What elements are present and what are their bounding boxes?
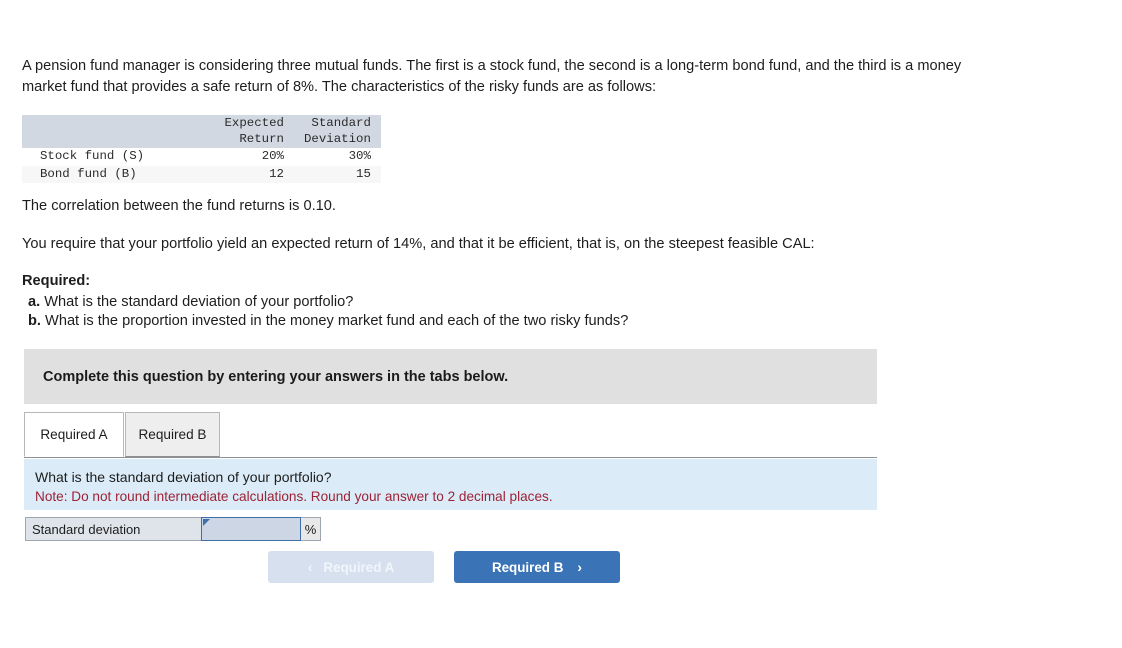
table-header: Expected Return Standard Deviation: [22, 115, 381, 148]
prev-required-a-button[interactable]: ‹ Required A: [268, 551, 434, 583]
required-item-b-marker: b.: [28, 313, 41, 329]
tab-strip: Required A Required B: [24, 412, 877, 458]
correlation-statement: The correlation between the fund returns…: [22, 198, 336, 214]
standard-deviation-input[interactable]: [202, 518, 300, 540]
required-item-a: a. What is the standard deviation of you…: [22, 293, 628, 313]
navigation-buttons: ‹ Required A Required B ›: [268, 551, 620, 583]
requirement-statement: You require that your portfolio yield an…: [22, 236, 815, 252]
table-header-expected-return: Expected Return: [210, 115, 294, 148]
table-cell-fund-name: Stock fund (S): [22, 148, 210, 166]
tab-strip-underline: [24, 457, 877, 458]
fund-characteristics-table: Expected Return Standard Deviation Stock…: [22, 115, 381, 183]
question-page: A pension fund manager is considering th…: [0, 0, 1122, 648]
standard-deviation-input-cell[interactable]: [201, 517, 301, 541]
instruction-banner-text: Complete this question by entering your …: [43, 368, 509, 385]
panel-question-text: What is the standard deviation of your p…: [35, 469, 332, 485]
question-intro-text: A pension fund manager is considering th…: [22, 58, 962, 95]
required-section: Required: a. What is the standard deviat…: [22, 272, 628, 332]
next-required-b-button[interactable]: Required B ›: [454, 551, 620, 583]
answer-row: Standard deviation %: [25, 517, 321, 541]
answer-unit-percent: %: [301, 517, 321, 541]
table-row: Bond fund (B) 12 15: [22, 165, 381, 183]
tab-required-b[interactable]: Required B: [125, 412, 220, 457]
required-item-a-text: What is the standard deviation of your p…: [44, 293, 354, 310]
tab-required-a[interactable]: Required A: [24, 412, 124, 457]
next-required-b-label: Required B: [491, 559, 564, 575]
table-header-standard-deviation: Standard Deviation: [294, 115, 381, 148]
question-panel: What is the standard deviation of your p…: [24, 459, 877, 510]
table-cell-fund-name: Bond fund (B): [22, 165, 210, 183]
tab-required-b-label: Required B: [138, 427, 207, 442]
table-cell-standard-deviation: 15: [294, 165, 381, 183]
required-item-a-marker: a.: [28, 293, 41, 310]
table-cell-standard-deviation: 30%: [294, 148, 381, 166]
answer-label: Standard deviation: [25, 517, 201, 541]
table-header-row: Expected Return Standard Deviation: [22, 115, 381, 148]
required-item-b: b. What is the proportion invested in th…: [22, 312, 628, 332]
chevron-left-icon: ‹: [307, 559, 313, 575]
required-heading: Required:: [22, 273, 91, 289]
table-body: Stock fund (S) 20% 30% Bond fund (B) 12 …: [22, 148, 381, 183]
panel-note-text: Note: Do not round intermediate calculat…: [35, 489, 553, 504]
prev-required-a-label: Required A: [323, 559, 395, 575]
table-row: Stock fund (S) 20% 30%: [22, 148, 381, 166]
required-item-b-text: What is the proportion invested in the m…: [45, 313, 629, 329]
table-header-corner: [22, 115, 210, 148]
table-cell-expected-return: 12: [210, 165, 294, 183]
chevron-right-icon: ›: [577, 559, 583, 575]
instruction-banner: Complete this question by entering your …: [24, 349, 877, 404]
tab-required-a-label: Required A: [40, 427, 108, 442]
table-cell-expected-return: 20%: [210, 148, 294, 166]
